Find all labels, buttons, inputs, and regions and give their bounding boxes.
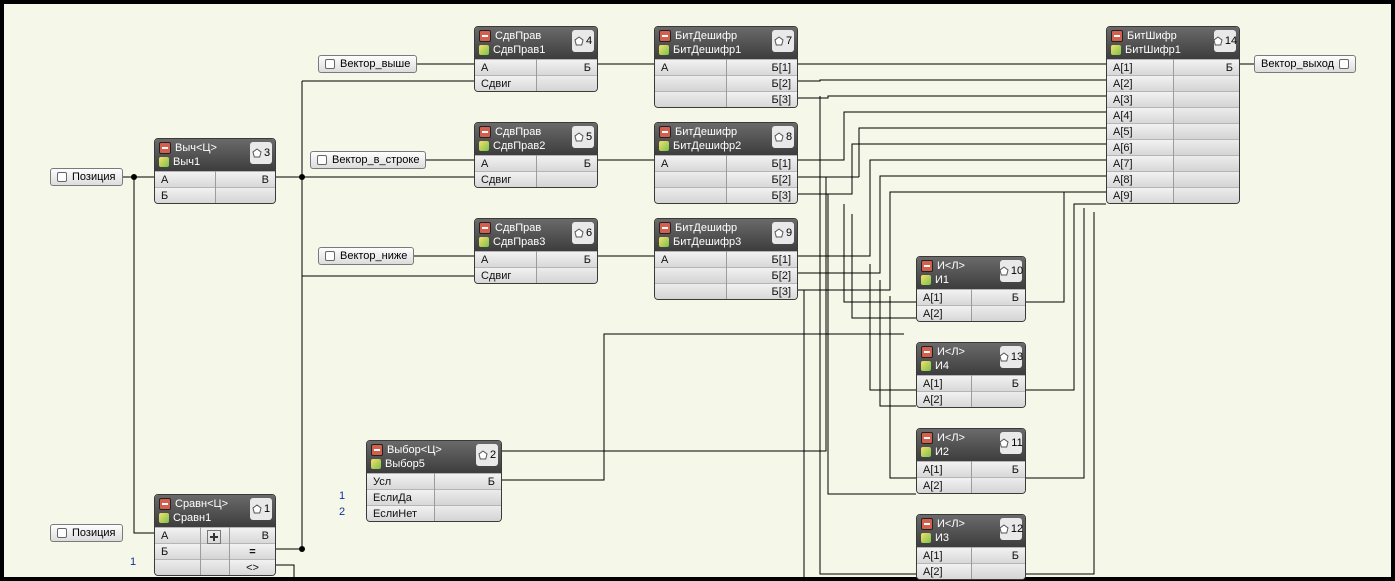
tag-vec-down[interactable]: Вектор_ниже (318, 247, 414, 265)
port-blank (216, 187, 276, 203)
block-dec2[interactable]: БитДешифрБитДешифр28 АБ[1]Б[2]Б[3] (654, 122, 798, 204)
block-and3[interactable]: И<Л>И312 А[1]А[2]Б (916, 514, 1026, 580)
expand-icon[interactable] (201, 527, 229, 543)
tag-vec-out[interactable]: Вектор_выход (1254, 55, 1356, 73)
tag-pos0[interactable]: Позиция (50, 168, 123, 186)
inst-label: Выч1 (173, 156, 200, 168)
block-and1[interactable]: И<Л>И110 А[1]А[2]Б (916, 256, 1026, 322)
port-in[interactable]: А (155, 171, 215, 187)
block-dec1[interactable]: БитДешифрБитДешифр17 АБ[1]Б[2]Б[3] (654, 26, 798, 108)
tag-label: Вектор_выше (340, 56, 410, 72)
cmp-eq[interactable]: = (230, 543, 275, 559)
block-and4[interactable]: И<Л>И413 А[1]А[2]Б (916, 342, 1026, 408)
index-badge: 3 (250, 142, 272, 164)
block-dec3[interactable]: БитДешифрБитДешифр39 АБ[1]Б[2]Б[3] (654, 218, 798, 300)
cmp-ne[interactable]: <> (230, 559, 275, 575)
block-shr2[interactable]: СдвПравСдвПрав25 АСдвигБ (474, 122, 598, 188)
tag-pos1[interactable]: Позиция (50, 524, 123, 542)
block-sel[interactable]: Выбор<Ц>Выбор52 Усл ЕслиДа ЕслиНет Б (366, 440, 502, 522)
tag-label: Позиция (72, 169, 116, 185)
tag-vec-row[interactable]: Вектор_в_строке (310, 151, 426, 169)
joint (299, 174, 305, 180)
port-in[interactable]: Б (155, 187, 215, 203)
block-cmp[interactable]: Сравн<Ц>Сравн11 А Б В = <> (154, 494, 276, 576)
literal: 2 (339, 506, 345, 518)
type-icon (159, 142, 171, 154)
tag-label: Позиция (72, 525, 116, 541)
inst-icon (159, 157, 169, 167)
block-shr1[interactable]: СдвПравСдвПрав14 АСдвигБ (474, 26, 598, 92)
literal: 1 (339, 490, 345, 502)
tag-label: Вектор_выход (1261, 56, 1334, 72)
tag-label: Вектор_в_строке (332, 152, 419, 168)
tag-vec-up[interactable]: Вектор_выше (318, 55, 417, 73)
literal: 1 (130, 556, 136, 568)
port-out[interactable]: В (216, 171, 276, 187)
joint (299, 546, 305, 552)
block-shr3[interactable]: СдвПравСдвПрав36 АСдвигБ (474, 218, 598, 284)
tag-label: Вектор_ниже (340, 248, 407, 264)
block-enc[interactable]: БитШифрБитШифр114 А[1] А[2] А[3] А[4] А[… (1106, 26, 1240, 204)
block-vych[interactable]: Выч<Ц> Выч1 3 АБ В (154, 138, 276, 204)
block-and2[interactable]: И<Л>И211 А[1]А[2]Б (916, 428, 1026, 494)
type-label: Выч<Ц> (175, 142, 217, 154)
joint (131, 174, 137, 180)
